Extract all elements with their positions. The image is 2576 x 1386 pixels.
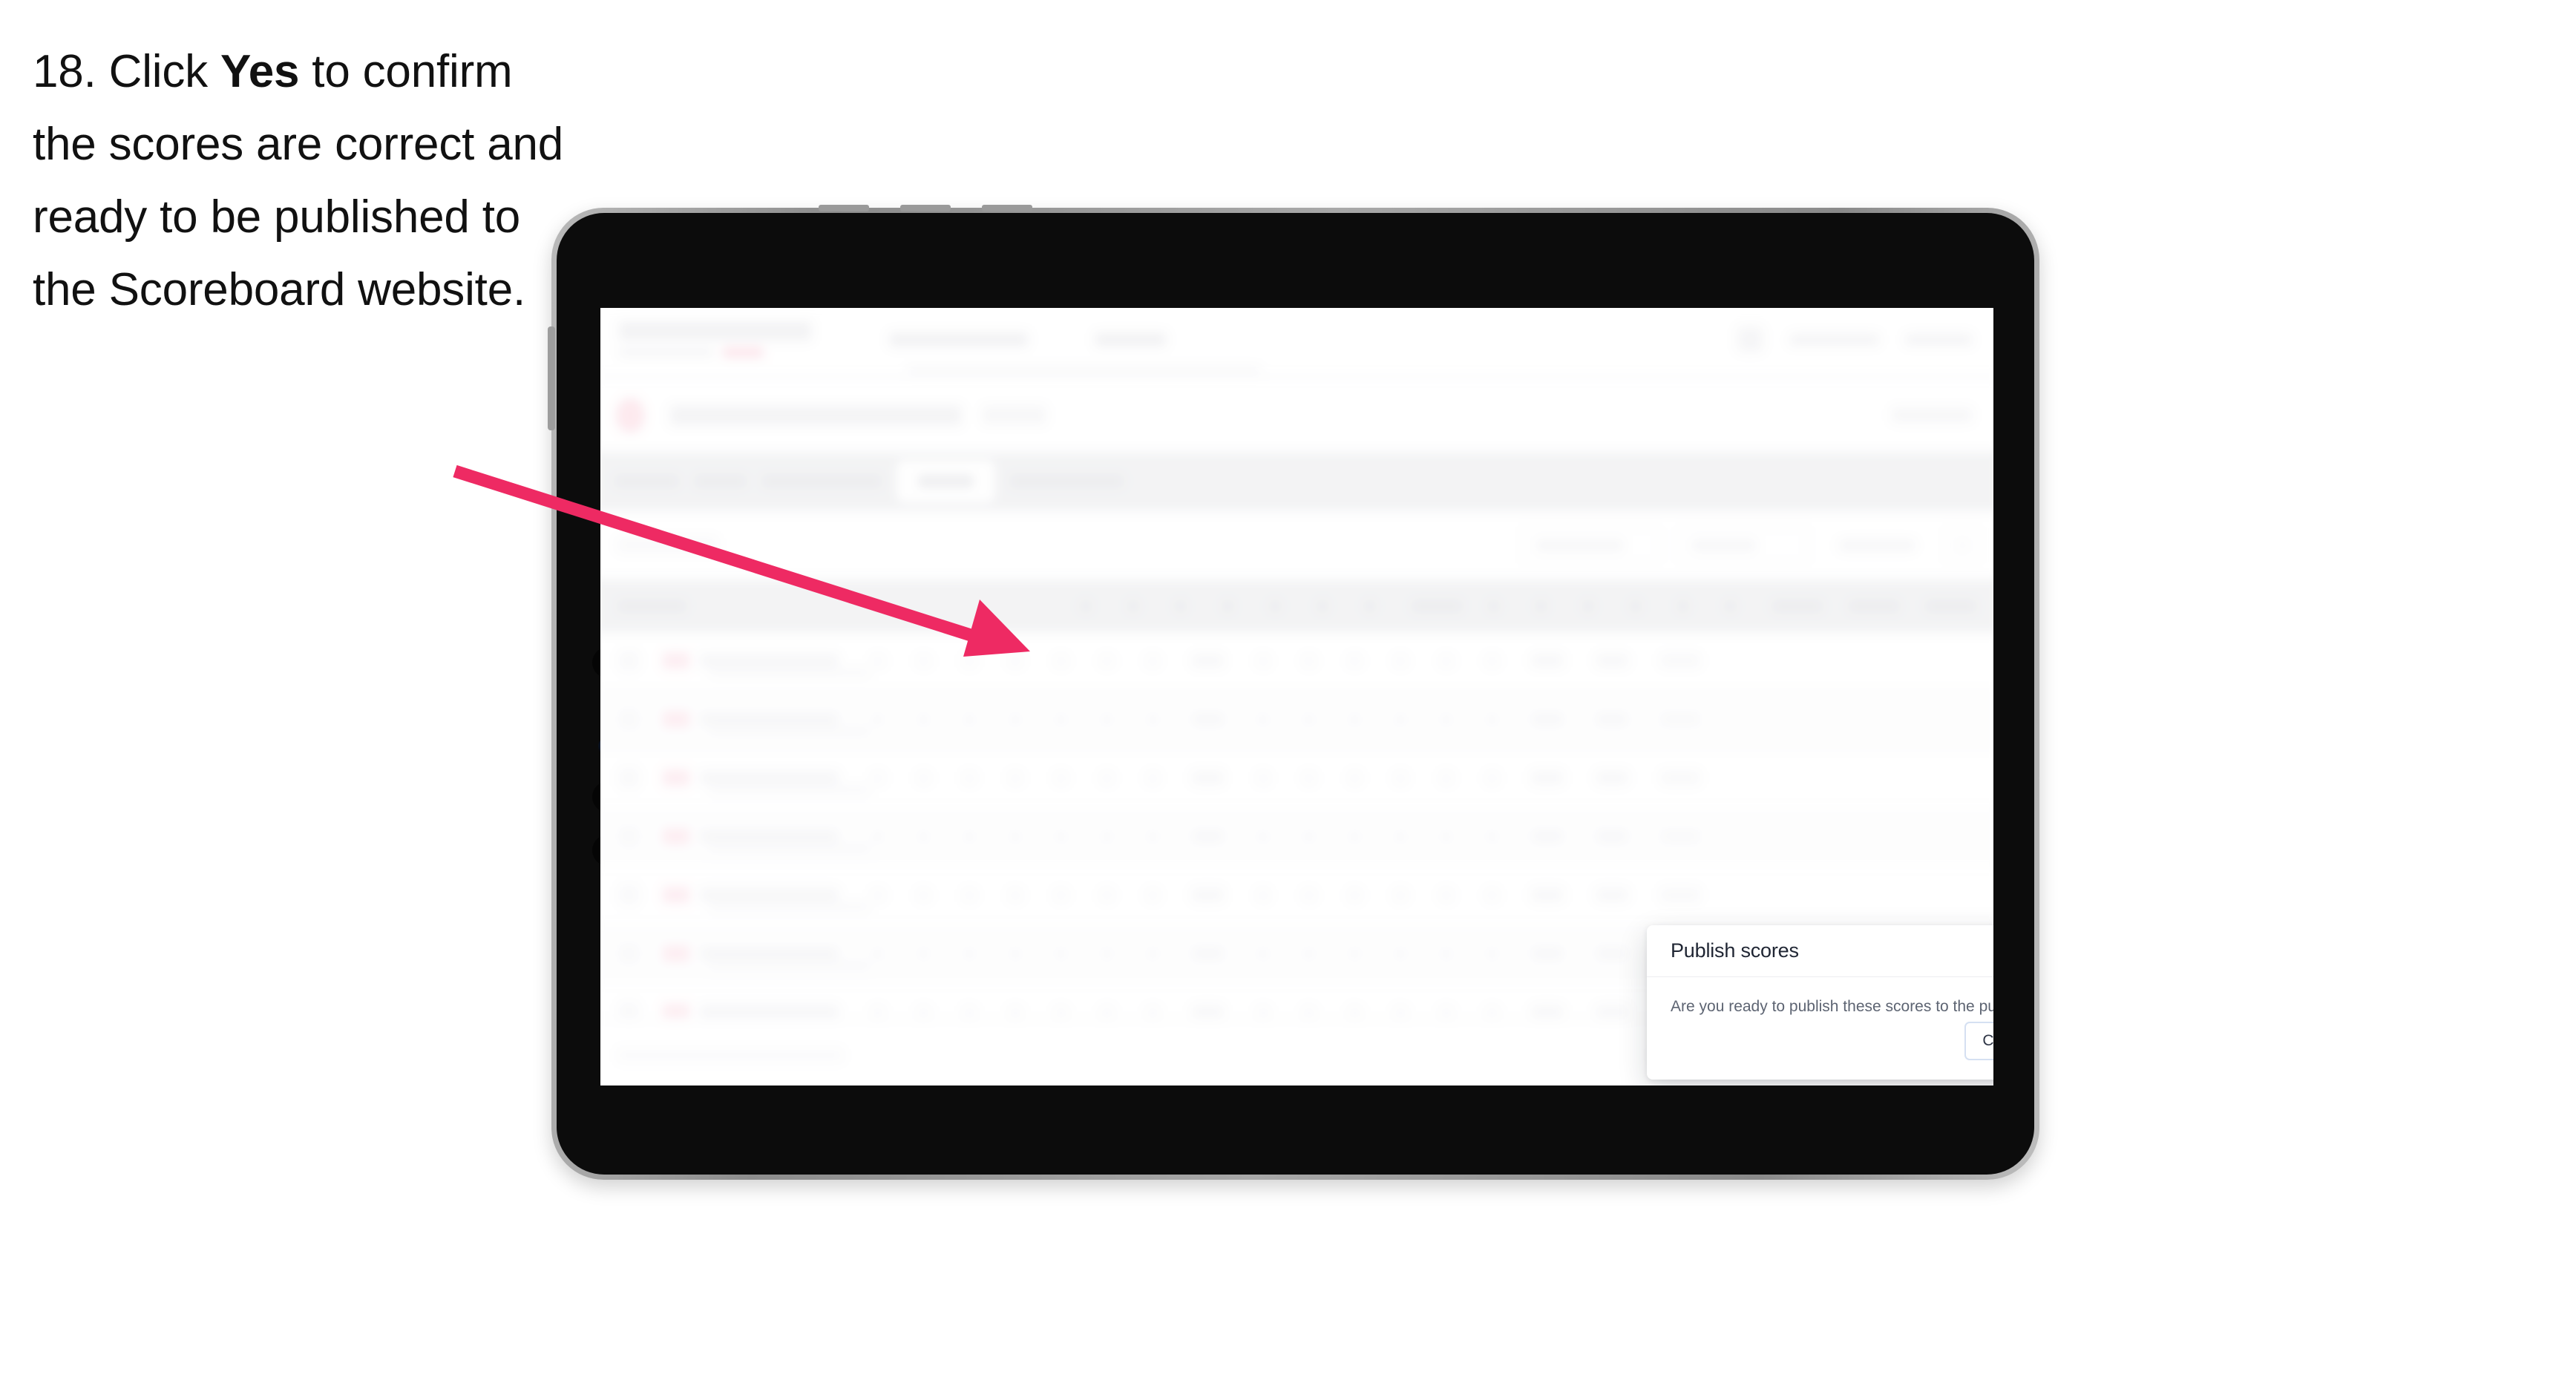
instruction-step-number: 18.	[33, 46, 96, 97]
instruction-text-before: Click	[96, 46, 220, 97]
tablet-device: Publish scores Are you ready to publish …	[548, 205, 2039, 1180]
dialog-actions: Cancel Yes	[1964, 1022, 1993, 1060]
volume-button-1[interactable]	[819, 205, 869, 211]
dialog-header: Publish scores	[1647, 925, 1993, 977]
dialog-message: Are you ready to publish these scores to…	[1671, 998, 1993, 1015]
page-root: 18. Click Yes to confirm the scores are …	[0, 0, 2576, 1386]
power-button[interactable]	[548, 326, 555, 430]
volume-button-2[interactable]	[900, 205, 951, 211]
dialog-title: Publish scores	[1671, 939, 1799, 962]
cancel-button[interactable]: Cancel	[1964, 1022, 1993, 1060]
publish-scores-dialog: Publish scores Are you ready to publish …	[1647, 925, 1993, 1080]
instruction-emphasis: Yes	[220, 46, 300, 97]
dialog-body: Are you ready to publish these scores to…	[1647, 977, 1993, 1016]
tablet-screen: Publish scores Are you ready to publish …	[600, 308, 1993, 1086]
tablet-body: Publish scores Are you ready to publish …	[557, 213, 2034, 1175]
instruction-text: 18. Click Yes to confirm the scores are …	[33, 36, 582, 326]
volume-button-3[interactable]	[982, 205, 1032, 211]
